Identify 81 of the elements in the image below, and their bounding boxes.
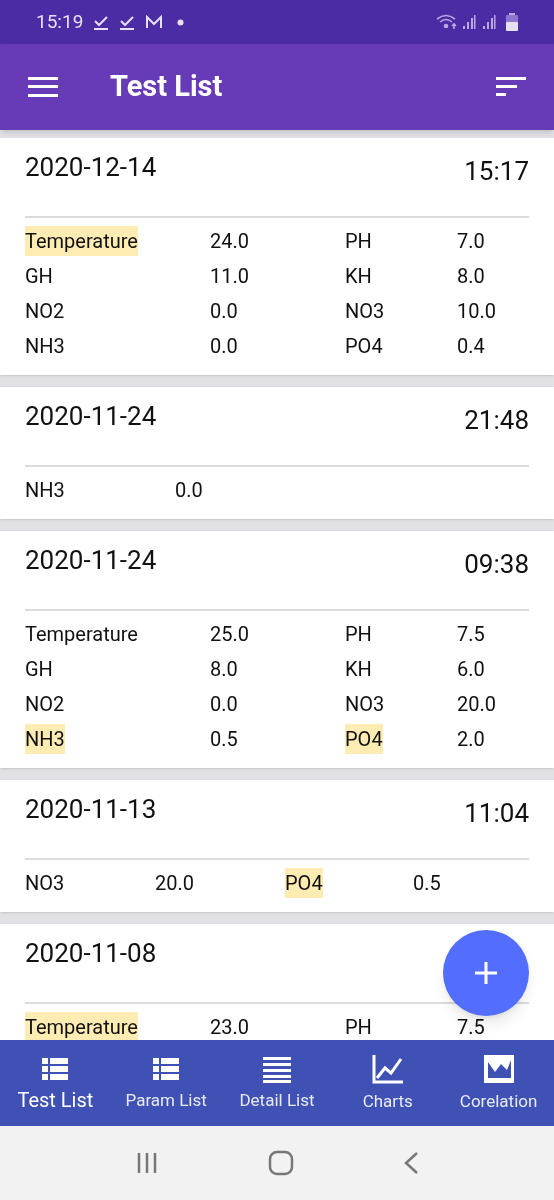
test-date: 2020-11-24 [25,400,157,433]
param-name: NO3 [25,869,65,897]
wifi-icon [436,14,458,30]
param-name: GH [25,655,53,683]
param-name: Temperature [25,1011,138,1040]
test-card[interactable]: 2020-11-13 11:04 NO3 20.0 PO4 0.5 [0,780,554,912]
param-name: NO2 [25,690,65,718]
status-time: 15:19 [36,8,84,35]
nav-tab[interactable]: Detail List [221,1040,333,1126]
param-name: PO4 [345,332,383,360]
param-value: 0.0 [175,476,203,504]
test-card[interactable]: 2020-12-14 15:17 Temperature 24.0 PH 7.0 GH 11.0 KH 8.0 NO2 0.0 NO3 10.0 NH3 0.0 PO4 0.4 [0,138,554,375]
test-date: 2020-12-14 [25,151,157,184]
test-time: 21:48 [464,404,529,437]
signal-icon [482,14,496,30]
param-value: 25.0 [210,620,249,648]
param-name: PH [345,620,372,648]
check-icon [93,14,110,30]
param-name: PH [345,227,372,255]
app-title: Test List [110,68,223,106]
param-name: KH [345,262,372,290]
area-chart-icon [482,1054,515,1084]
menu-icon[interactable] [28,77,58,97]
param-value: 7.5 [457,620,485,648]
test-time: 15:17 [464,155,529,188]
battery-icon [506,13,518,31]
mail-icon [145,15,164,29]
param-name: PO4 [345,723,383,754]
param-name: NH3 [25,723,65,754]
param-value: 6.0 [457,655,485,683]
add-icon [474,961,498,985]
lines-icon [262,1055,292,1083]
param-value: 8.0 [210,655,238,683]
param-value: 0.0 [210,332,238,360]
nav-tab[interactable]: Corelation [443,1040,554,1126]
param-value: 0.5 [210,725,238,753]
nav-tab[interactable]: Param List [110,1040,222,1126]
test-card[interactable]: 2020-11-24 09:38 Temperature 25.0 PH 7.5 GH 8.0 KH 6.0 NO2 0.0 NO3 20.0 NH3 0.5 PO4 2.0 [0,531,554,768]
test-time: 09:38 [464,548,529,581]
param-value: 23.0 [210,1013,249,1040]
param-name: NH3 [25,476,65,504]
param-value: 7.0 [457,227,485,255]
list-icon [152,1055,181,1083]
sort-icon[interactable] [496,77,526,97]
param-name: KH [345,655,372,683]
test-card[interactable]: 2020-11-08 Temperature 23.0 PH 7.5 [0,924,554,1040]
param-name: GH [25,262,53,290]
param-value: 0.5 [413,869,441,897]
list-icon [41,1055,70,1083]
test-date: 2020-11-24 [25,544,157,577]
param-name: NO3 [345,297,385,325]
check-icon [119,14,136,30]
param-name: PO4 [285,867,323,898]
param-name: NO3 [345,690,385,718]
param-name: Temperature [25,225,138,256]
param-value: 20.0 [155,869,194,897]
param-value: 0.0 [210,297,238,325]
param-value: 24.0 [210,227,249,255]
param-value: 20.0 [457,690,496,718]
test-date: 2020-11-08 [25,937,157,970]
param-value: 0.0 [210,690,238,718]
nav-tab[interactable]: Charts [332,1040,444,1126]
param-value: 8.0 [457,262,485,290]
param-name: PH [345,1013,372,1040]
param-value: 7.5 [457,1013,485,1040]
nav-tab[interactable]: Test List [0,1040,111,1126]
param-name: NO2 [25,297,65,325]
dot-icon [177,18,185,26]
param-value: 2.0 [457,725,485,753]
param-value: 10.0 [457,297,496,325]
param-name: NH3 [25,332,65,360]
back-icon[interactable] [403,1151,420,1175]
home-icon[interactable] [268,1150,294,1176]
line-chart-icon [371,1054,404,1084]
test-card[interactable]: 2020-11-24 21:48 NH3 0.0 [0,387,554,519]
param-name: Temperature [25,620,138,648]
test-time: 11:04 [464,797,529,830]
signal-icon [462,14,476,30]
param-value: 0.4 [457,332,485,360]
param-value: 11.0 [210,262,249,290]
test-date: 2020-11-13 [25,793,157,826]
